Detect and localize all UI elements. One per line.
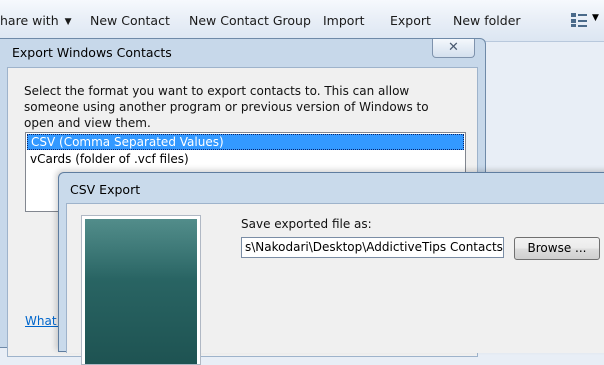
new-contact-group-button[interactable]: New Contact Group xyxy=(189,13,311,28)
dialog-body: Save exported file as: s\Nakodari\Deskto… xyxy=(66,203,604,365)
csv-export-dialog: CSV Export Save exported file as: s\Nako… xyxy=(58,172,604,365)
new-contact-button[interactable]: New Contact xyxy=(90,13,170,28)
export-button[interactable]: Export xyxy=(390,13,431,28)
instruction-text: Select the format you want to export con… xyxy=(24,84,429,130)
view-options-icon[interactable] xyxy=(570,12,588,28)
view-chevron-down-icon[interactable]: ▼ xyxy=(592,13,599,23)
dialog-title: Export Windows Contacts xyxy=(12,45,172,60)
file-path-input[interactable]: s\Nakodari\Desktop\AddictiveTips Contact… xyxy=(241,237,504,258)
format-option-vcard[interactable]: vCards (folder of .vcf files) xyxy=(27,151,464,167)
wizard-side-image xyxy=(81,215,201,365)
save-file-label: Save exported file as: xyxy=(241,217,372,231)
explorer-toolbar: hare with ▼ New Contact New Contact Group… xyxy=(0,0,604,42)
share-with-button[interactable]: hare with ▼ xyxy=(0,13,72,28)
import-button[interactable]: Import xyxy=(323,13,365,28)
dialog-title: CSV Export xyxy=(70,182,141,197)
chevron-down-icon: ▼ xyxy=(64,17,72,27)
browse-button[interactable]: Browse ... xyxy=(514,237,600,260)
format-option-csv[interactable]: CSV (Comma Separated Values) xyxy=(27,134,464,150)
wizard-panel-graphic xyxy=(85,219,197,364)
close-icon: ✕ xyxy=(448,40,459,55)
close-button[interactable]: ✕ xyxy=(432,39,475,58)
new-folder-button[interactable]: New folder xyxy=(453,13,521,28)
